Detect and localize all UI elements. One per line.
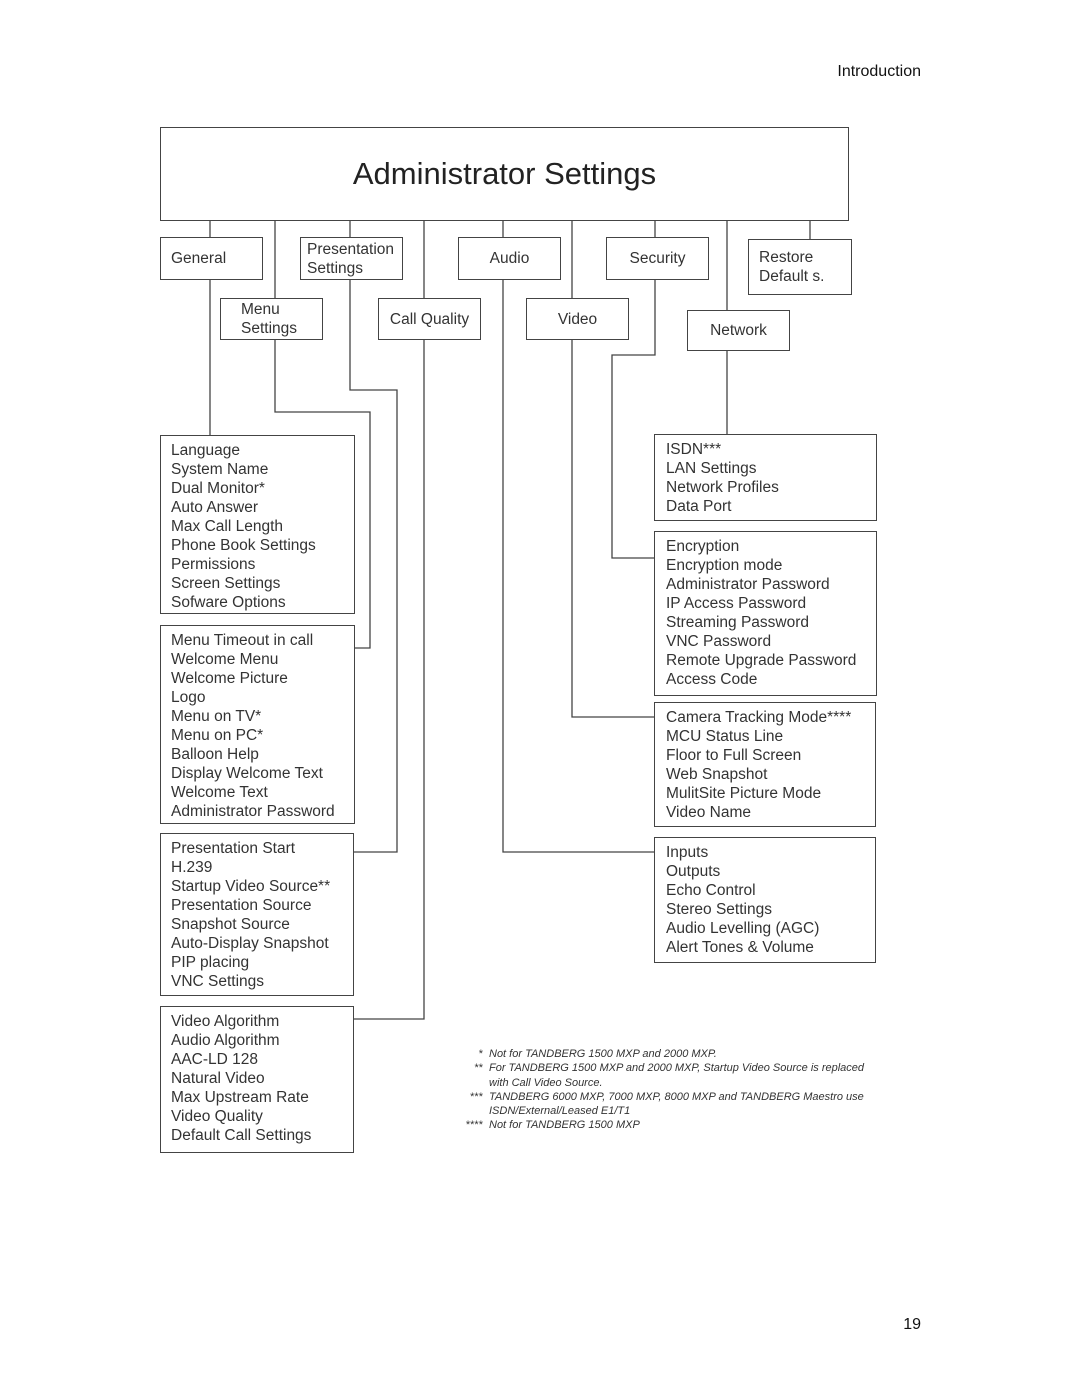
footnote-text: TANDBERG 6000 MXP, 7000 MXP, 8000 MXP an… [489, 1090, 864, 1118]
list-item: PIP placing [171, 954, 250, 971]
list-item: IP Access Password [666, 595, 807, 612]
list-item: VNC Password [666, 633, 772, 650]
list-item: Web Snapshot [666, 766, 768, 783]
list-item: System Name [171, 461, 269, 478]
security-settings-list: Encryption Encryption mode Administrator P… [654, 531, 877, 696]
list-item: Network Profiles [666, 479, 779, 496]
footnote: **** Not for TANDBERG 1500 MXP [455, 1118, 881, 1132]
footnote-text: Not for TANDBERG 1500 MXP and 2000 MXP. [489, 1048, 717, 1060]
list-item: Welcome Picture [171, 670, 288, 687]
list-item: Echo Control [666, 882, 756, 899]
list-item: Floor to Full Screen [666, 747, 802, 764]
category-network: Network [687, 310, 790, 351]
list-item: Startup Video Source** [171, 878, 331, 895]
menu-settings-list: Menu Timeout in call Welcome Menu Welcome … [160, 625, 355, 824]
list-item: Language [171, 442, 240, 459]
list-item: Encryption mode [666, 557, 783, 574]
list-item: Auto-Display Snapshot [171, 935, 329, 952]
network-settings-list: ISDN*** LAN Settings Network Profiles Data … [654, 434, 877, 521]
footnote-text: Not for TANDBERG 1500 MXP [489, 1119, 640, 1132]
footnote-mark: ** [474, 1062, 483, 1075]
list-item: Welcome Menu [171, 651, 279, 668]
category-audio: Audio [458, 237, 561, 280]
list-item: Sofware Options [171, 594, 286, 611]
footnote-mark: *** [470, 1090, 483, 1103]
list-item: Snapshot Source [171, 916, 290, 933]
call-quality-list: Video Algorithm Audio Algorithm AAC-LD 128… [160, 1006, 354, 1153]
footnote: * Not for TANDBERG 1500 MXP and 2000 MXP. [455, 1047, 881, 1061]
list-item: Menu on TV* [171, 708, 262, 725]
footnote-mark: **** [465, 1119, 483, 1132]
category-general: General [160, 237, 263, 280]
list-item: Remote Upgrade Password [666, 652, 857, 669]
list-item: Camera Tracking Mode**** [666, 709, 852, 726]
list-item: Streaming Password [666, 614, 810, 631]
audio-settings-list: Inputs Outputs Echo Control Stereo Settings… [654, 837, 876, 963]
list-item: Inputs [666, 844, 709, 861]
list-item: H.239 [171, 859, 213, 876]
list-item: Video Quality [171, 1108, 263, 1125]
footnote: ** For TANDBERG 1500 MXP and 2000 MXP, St… [455, 1061, 881, 1090]
list-item: Auto Answer [171, 499, 259, 516]
list-item: AAC-LD 128 [171, 1051, 259, 1068]
list-item: Administrator Password [171, 803, 335, 820]
list-item: MCU Status Line [666, 728, 784, 745]
list-item: Natural Video [171, 1070, 265, 1087]
list-item: Display Welcome Text [171, 765, 323, 782]
list-item: Max Upstream Rate [171, 1089, 309, 1106]
category-security: Security [606, 237, 709, 280]
connector-audio-list [502, 279, 654, 853]
page-number: 19 [903, 1316, 921, 1333]
list-item: Phone Book Settings [171, 537, 316, 554]
connector-call-quality-list [353, 339, 425, 1020]
category-presentation-settings: Presentation Settings [300, 237, 403, 280]
list-item: Menu on PC* [171, 727, 264, 744]
list-item: Administrator Password [666, 576, 830, 593]
list-item: Dual Monitor* [171, 480, 265, 497]
list-item: MulitSite Picture Mode [666, 785, 822, 802]
footnote-text: For TANDBERG 1500 MXP and 2000 MXP, Star… [489, 1062, 865, 1089]
list-item: Stereo Settings [666, 901, 772, 918]
list-item: Max Call Length [171, 518, 284, 535]
list-item: Access Code [666, 671, 758, 688]
list-item: Permissions [171, 556, 256, 573]
video-settings-list: Camera Tracking Mode**** MCU Status Line F… [654, 702, 876, 827]
list-item: Default Call Settings [171, 1127, 312, 1144]
list-item: Balloon Help [171, 746, 259, 763]
category-video: Video [526, 298, 629, 340]
connector-video-list [571, 339, 654, 718]
list-item: Data Port [666, 498, 732, 515]
list-item: Video Name [666, 804, 752, 821]
presentation-settings-list: Presentation Start H.239 Startup Video Sou… [160, 833, 354, 996]
list-item: Presentation Source [171, 897, 312, 914]
list-item: LAN Settings [666, 460, 757, 477]
list-item: VNC Settings [171, 973, 265, 990]
list-item: Presentation Start [171, 840, 296, 857]
list-item: Encryption [666, 538, 740, 555]
list-item: Menu Timeout in call [171, 632, 314, 649]
footnote: *** TANDBERG 6000 MXP, 7000 MXP, 8000 MXP… [455, 1090, 881, 1119]
list-item: Welcome Text [171, 784, 268, 801]
category-restore-defaults: Restore Default s. [748, 239, 852, 295]
list-item: Logo [171, 689, 206, 706]
list-item: Audio Algorithm [171, 1032, 280, 1049]
category-menu-settings: Menu Settings [220, 298, 323, 340]
diagram-title: Administrator Settings [160, 127, 849, 221]
footnotes: * Not for TANDBERG 1500 MXP and 2000 MXP.… [455, 1047, 881, 1133]
general-settings-list: Language System Name Dual Monitor* Auto Ans… [160, 435, 355, 614]
list-item: Screen Settings [171, 575, 281, 592]
list-item: Alert Tones & Volume [666, 939, 814, 956]
connector-presentation-list [349, 279, 398, 853]
list-item: ISDN*** [666, 441, 722, 458]
list-item: Video Algorithm [171, 1013, 280, 1030]
footnote-mark: * [478, 1048, 483, 1060]
category-call-quality: Call Quality [378, 298, 481, 340]
list-item: Audio Levelling (AGC) [666, 920, 820, 937]
list-item: Outputs [666, 863, 721, 880]
